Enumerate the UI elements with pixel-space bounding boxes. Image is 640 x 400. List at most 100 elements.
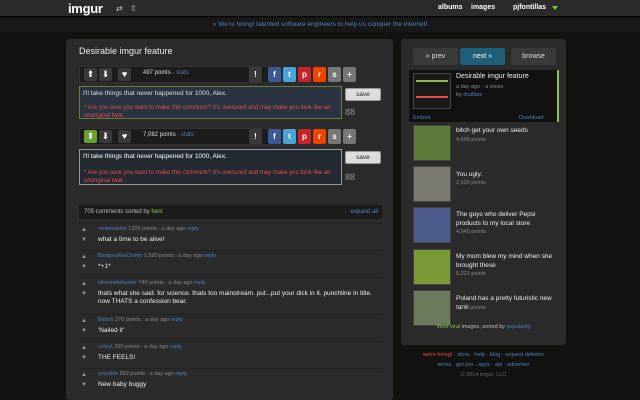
nav-images[interactable]: images [471, 4, 495, 11]
downvote-icon[interactable]: ▼ [81, 237, 87, 243]
twitter-icon[interactable]: t [283, 67, 296, 82]
item-title[interactable]: You ugly. [456, 170, 556, 179]
comment-author[interactable]: Bidark [98, 317, 114, 323]
downvote-icon[interactable]: ▼ [81, 264, 87, 270]
comment-meta: 270 points : a day ago [115, 317, 170, 323]
char-count: 88 [345, 172, 356, 182]
item-title[interactable]: bitch get your own seeds [456, 126, 556, 135]
item-points: 2,636 points [456, 180, 486, 186]
comment-textarea[interactable]: I'll take things that never happened for… [79, 149, 342, 185]
item-points: 5,183 points [456, 305, 486, 311]
hiring-banner[interactable]: » We're hiring! talented software engine… [0, 18, 640, 32]
reply-link[interactable]: reply [171, 317, 183, 323]
comment-textarea[interactable]: I'll take things that never happened for… [79, 86, 342, 119]
upvote-button[interactable]: ⬆ [84, 68, 97, 81]
upload-icon[interactable]: ⇧ [130, 4, 137, 13]
comment-meta: 740 points : a day ago [138, 280, 193, 286]
twitter-icon[interactable]: t [283, 129, 296, 144]
downvote-icon[interactable]: ▼ [81, 382, 87, 388]
download-link[interactable]: Download [519, 115, 543, 121]
shuffle-icon[interactable]: ⇄ [116, 4, 123, 13]
comment: ▲ ▼ yesoline 652 points : a day ago reply… [79, 368, 382, 394]
upvote-button[interactable]: ⬆ [84, 130, 97, 143]
upvote-icon[interactable]: ▲ [81, 227, 87, 233]
upvote-icon[interactable]: ▲ [81, 318, 87, 324]
reddit-icon[interactable]: r [313, 67, 326, 82]
sort-dropdown[interactable]: best [151, 209, 162, 215]
downvote-icon[interactable]: ▼ [81, 355, 87, 361]
save-button[interactable]: save [345, 151, 381, 164]
report-icon[interactable]: ! [249, 67, 262, 82]
char-count: 88 [345, 107, 356, 117]
more-icon[interactable]: + [343, 129, 356, 144]
comment-meta: 652 points : a day ago [119, 371, 174, 377]
report-icon[interactable]: ! [249, 129, 262, 144]
upvote-icon[interactable]: ▲ [81, 254, 87, 260]
facebook-icon[interactable]: f [268, 67, 281, 82]
browse-button[interactable]: browse [511, 48, 556, 65]
current-author[interactable]: dcalltax [463, 92, 482, 98]
current-title: Desirable imgur feature [456, 73, 529, 80]
upvote-icon[interactable]: ▲ [81, 372, 87, 378]
thumbnail[interactable] [413, 249, 451, 285]
thumbnail[interactable] [413, 290, 451, 326]
post-title: Desirable imgur feature [79, 46, 173, 56]
favorite-button[interactable]: ♥ [118, 68, 131, 81]
downvote-button[interactable]: ⬇ [99, 68, 112, 81]
stats-link[interactable]: stats [176, 70, 189, 76]
pinterest-icon[interactable]: p [298, 67, 311, 82]
hiring-link[interactable]: we're hiring! [423, 352, 452, 358]
user-dropdown-icon[interactable] [552, 6, 558, 10]
downvote-button[interactable]: ⬇ [99, 130, 112, 143]
thumbnail[interactable] [413, 207, 451, 243]
expand-all-link[interactable]: expand all [351, 205, 378, 219]
points: 497 points [143, 70, 171, 76]
reply-link[interactable]: reply [170, 344, 182, 350]
item-title[interactable]: The guys who deliver Pepsi products to m… [456, 210, 556, 228]
most-viral-link[interactable]: most viral [437, 324, 461, 330]
more-icon[interactable]: + [343, 67, 356, 82]
thumbnail[interactable] [413, 166, 451, 202]
reply-link[interactable]: reply [204, 253, 216, 259]
by-label: by [456, 92, 462, 98]
downvote-icon[interactable]: ▼ [81, 328, 87, 334]
comment-author[interactable]: moistvoidyk [98, 226, 127, 232]
comment-author[interactable]: lakeseidehunter [98, 280, 137, 286]
comment-author[interactable]: crazyt [98, 344, 113, 350]
points: 7,082 points [143, 132, 176, 138]
comment-meta: 260 points : a day ago [114, 344, 169, 350]
next-button[interactable]: next » [460, 48, 505, 65]
save-button[interactable]: save [345, 88, 381, 101]
downvote-icon[interactable]: ▼ [81, 291, 87, 297]
upvote-icon[interactable]: ▲ [81, 281, 87, 287]
reply-link[interactable]: reply [194, 280, 206, 286]
upvote-icon[interactable]: ▲ [81, 345, 87, 351]
popularity-link[interactable]: popularity [507, 324, 531, 330]
comment: ▲ ▼ crazyt 260 points : a day ago reply T… [79, 341, 382, 367]
stumbleupon-icon[interactable]: s [328, 67, 341, 82]
pinterest-icon[interactable]: p [298, 129, 311, 144]
nav-user[interactable]: pjfontillas [513, 4, 546, 11]
reply-link[interactable]: reply [175, 371, 187, 377]
comment-author[interactable]: BanjoesAreComin [98, 253, 142, 259]
item-title[interactable]: My mom blew my mind when she brought the… [456, 252, 556, 270]
embed-link[interactable]: Embed [413, 115, 430, 121]
comment-text: *+1* [98, 263, 111, 270]
current-thumbnail[interactable] [413, 73, 451, 109]
reply-link[interactable]: reply [187, 226, 199, 232]
imgur-logo[interactable]: imgur [68, 1, 103, 16]
comment-author[interactable]: yesoline [98, 371, 118, 377]
nav-albums[interactable]: albums [438, 4, 463, 11]
footer-links-2[interactable]: terms · get pro · apps · api · advertise [401, 362, 566, 368]
reddit-icon[interactable]: r [313, 129, 326, 144]
comment-meta: 1200 points : a day ago [128, 226, 186, 232]
stats-link[interactable]: stats [181, 132, 194, 138]
prev-button[interactable]: « prev [413, 48, 458, 65]
thumbnail[interactable] [413, 125, 451, 161]
stumbleupon-icon[interactable]: s [328, 129, 341, 144]
facebook-icon[interactable]: f [268, 129, 281, 144]
comment-text: thats what she said. for science. thats … [98, 290, 372, 305]
favorite-button[interactable]: ♥ [118, 130, 131, 143]
footer-links[interactable]: · store · help · blog · request deletion [454, 352, 544, 358]
overuse-warning: * Are you sure you want to make this com… [84, 170, 331, 184]
